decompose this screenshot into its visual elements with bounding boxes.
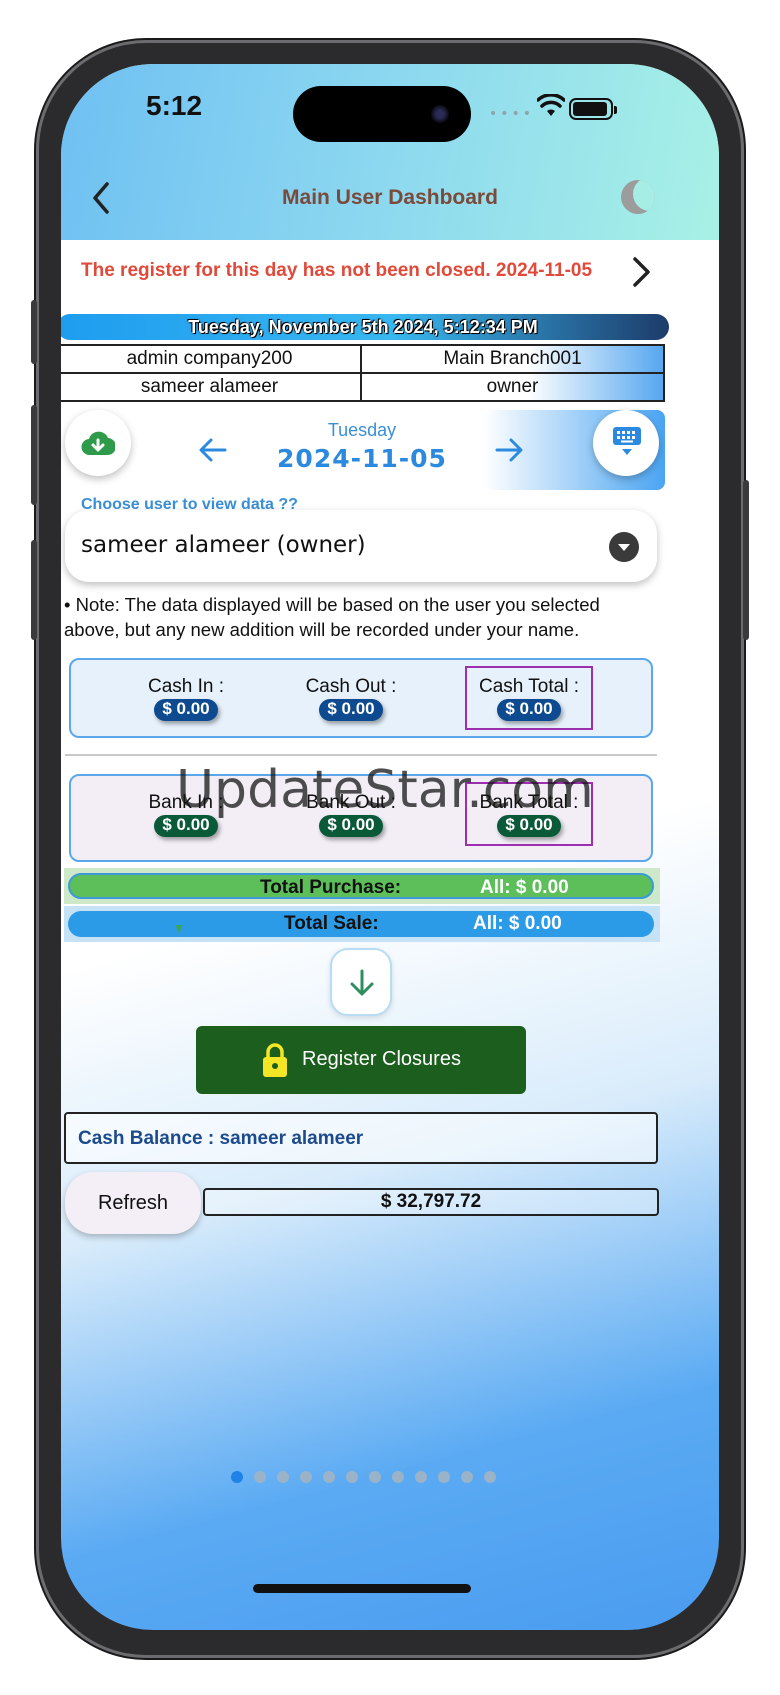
- page-dot[interactable]: [300, 1471, 312, 1483]
- page-dot[interactable]: [254, 1471, 266, 1483]
- cash-in-label: Cash In :: [147, 676, 225, 697]
- wifi-icon: [537, 94, 565, 116]
- cash-summary: Cash In : $ 0.00 Cash Out : $ 0.00 Cash …: [69, 658, 653, 738]
- register-closures-label: Register Closures: [302, 1048, 461, 1070]
- user-select-value: sameer alameer (owner): [81, 532, 366, 558]
- register-alert[interactable]: The register for this day has not been c…: [61, 240, 719, 304]
- signal-icon: ••••: [489, 106, 535, 122]
- page-dot[interactable]: [415, 1471, 427, 1483]
- page-dot[interactable]: [369, 1471, 381, 1483]
- status-indicators: ••••: [489, 94, 699, 124]
- side-button-volume-down: [31, 540, 37, 640]
- download-button[interactable]: [65, 410, 131, 476]
- cash-out: Cash Out : $ 0.00: [289, 676, 413, 721]
- scroll-down-button[interactable]: [330, 948, 392, 1016]
- watermark: UpdateStar.com: [176, 760, 594, 820]
- cash-out-value: $ 0.00: [319, 699, 383, 721]
- page-dot[interactable]: [484, 1471, 496, 1483]
- total-purchase-row[interactable]: Total Purchase: All: $ 0.00: [64, 868, 660, 904]
- dynamic-island: [293, 86, 471, 142]
- page-dot[interactable]: [323, 1471, 335, 1483]
- cash-out-label: Cash Out :: [305, 676, 397, 697]
- page-dot[interactable]: [231, 1471, 243, 1483]
- note-text: • Note: The data displayed will be based…: [64, 594, 600, 640]
- total-sale-label: Total Sale:: [284, 913, 379, 934]
- total-purchase-label: Total Purchase:: [260, 877, 402, 898]
- dropdown-icon[interactable]: [609, 532, 639, 562]
- side-button-volume-up: [31, 405, 37, 505]
- total-purchase-value: All: $ 0.00: [480, 877, 569, 898]
- keyboard-button[interactable]: [593, 410, 659, 476]
- cash-total-highlight: [465, 666, 593, 730]
- cash-in: Cash In : $ 0.00: [129, 676, 243, 721]
- camera-icon: [431, 105, 449, 123]
- screen: 5:12 •••• Main User Dashboard The regist…: [61, 64, 719, 1630]
- refresh-label: Refresh: [97, 1192, 169, 1214]
- date-picker-card: Tuesday 2024-11-05: [61, 410, 665, 490]
- status-time: 5:12: [146, 90, 203, 121]
- lock-icon: [263, 1043, 287, 1077]
- page-dot[interactable]: [392, 1471, 404, 1483]
- cloud-download-icon: [81, 431, 115, 456]
- alert-message: The register for this day has not been c…: [81, 260, 593, 281]
- branch-cell: Main Branch001: [360, 344, 665, 374]
- total-sale-bar: ▼ Total Sale: All: $ 0.00: [68, 911, 654, 937]
- date-value[interactable]: 2024-11-05: [61, 444, 665, 473]
- page-indicator[interactable]: [231, 1468, 507, 1483]
- cash-balance-label: Cash Balance : sameer alameer: [78, 1128, 364, 1149]
- balance-amount: $ 32,797.72: [203, 1188, 659, 1216]
- register-closures-button[interactable]: Register Closures: [196, 1026, 526, 1094]
- page-dot[interactable]: [346, 1471, 358, 1483]
- total-sale-value: All: $ 0.00: [473, 913, 562, 934]
- cash-balance-box: Cash Balance : sameer alameer: [64, 1112, 658, 1164]
- side-button-action: [31, 300, 37, 364]
- cash-in-value: $ 0.00: [154, 699, 218, 721]
- arrow-right-icon[interactable]: [491, 432, 527, 468]
- company-cell: admin company200: [61, 344, 362, 374]
- moon-icon[interactable]: [621, 180, 655, 214]
- page-dot[interactable]: [277, 1471, 289, 1483]
- home-indicator[interactable]: [253, 1584, 471, 1593]
- user-name-cell: sameer alameer: [61, 372, 362, 402]
- date-day: Tuesday: [327, 420, 397, 440]
- role-cell: owner: [360, 372, 665, 402]
- divider: [65, 754, 657, 756]
- arrow-down-icon: [350, 969, 374, 996]
- side-button-power: [743, 480, 749, 640]
- total-purchase-bar: Total Purchase: All: $ 0.00: [68, 873, 654, 899]
- arrow-down-small-icon: ▼: [172, 920, 186, 936]
- user-select-dropdown[interactable]: sameer alameer (owner): [65, 510, 657, 582]
- page-dot[interactable]: [438, 1471, 450, 1483]
- keyboard-icon: [613, 427, 641, 455]
- chevron-right-icon[interactable]: [626, 254, 656, 290]
- total-sale-row[interactable]: ▼ Total Sale: All: $ 0.00: [64, 906, 660, 942]
- arrow-left-icon[interactable]: [195, 432, 231, 468]
- datetime-banner: Tuesday, November 5th 2024, 5:12:34 PM: [61, 314, 669, 340]
- info-table: admin company200 Main Branch001 sameer a…: [61, 344, 665, 402]
- refresh-button[interactable]: Refresh: [65, 1172, 201, 1234]
- battery-icon: [569, 98, 617, 120]
- page-dot[interactable]: [461, 1471, 473, 1483]
